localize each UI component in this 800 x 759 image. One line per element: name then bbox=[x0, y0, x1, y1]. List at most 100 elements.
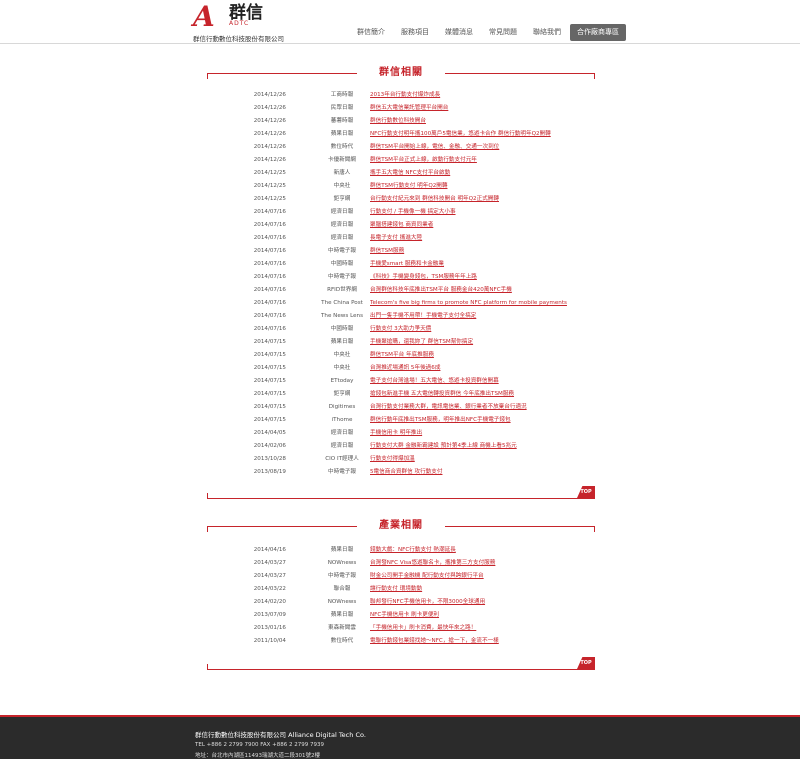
news-title-link[interactable]: 群信五大電信業託管理平台開台 bbox=[370, 102, 593, 115]
news-title-link[interactable]: 台灣推近場通訊 5年後過6成 bbox=[370, 362, 593, 375]
news-title-link[interactable]: 電聯行動錢包業錢找她～NFC，搶一下，金流不一樣 bbox=[370, 635, 593, 648]
nav-item-1[interactable]: 服務項目 bbox=[394, 24, 436, 41]
news-title-link[interactable]: 群信TSM平台 年底推服務 bbox=[370, 349, 593, 362]
title-tick-left bbox=[207, 73, 208, 79]
news-title-link[interactable]: 群信TSM行動支付 明年Q2開轉 bbox=[370, 180, 593, 193]
main-nav: 群信簡介 服務項目 媒體消息 常見問題 聯絡我們 合作廠商專區 bbox=[350, 24, 628, 41]
news-title-link[interactable]: 手機愛smart 服務和卡金融業 bbox=[370, 258, 593, 271]
news-date: 2014/07/16 bbox=[253, 222, 286, 228]
news-date: 2014/02/20 bbox=[253, 599, 286, 605]
news-row: 2014/12/26 蘋果日報 NFC行動支付明年攜100萬戶5電信業，悠遊卡合作 … bbox=[207, 128, 595, 141]
news-title-link[interactable]: 電子支付台灣進場！五大電信、悠遊卡投資群信開幕 bbox=[370, 375, 593, 388]
nav-item-0[interactable]: 群信簡介 bbox=[350, 24, 392, 41]
title-tick-left bbox=[207, 526, 208, 532]
news-title-link[interactable]: NFC行動支付明年攜100萬戶5電信業，悠遊卡合作 群信行動明年Q2開轉 bbox=[370, 128, 593, 141]
news-row: 2014/12/26 蕃薯時報 群信行動數位科技開台 bbox=[207, 115, 595, 128]
site-header: A 群信 ADTC 群信行動數位科技股份有限公司 群信簡介 服務項目 媒體消息 常見問… bbox=[0, 0, 800, 43]
news-date: 2014/07/16 bbox=[253, 300, 286, 306]
news-row: 2014/12/26 民眾日報 群信五大電信業託管理平台開台 bbox=[207, 102, 595, 115]
news-title-link[interactable]: 聚腦搭建錢包 商資同業者 bbox=[370, 219, 593, 232]
title-rule-left bbox=[207, 526, 357, 527]
news-title-link[interactable]: 台灣發NFC Visa悠遊聯名卡，攜推第三方支付服務 bbox=[370, 557, 593, 570]
news-title-link[interactable]: 台灣行動支付業務大群，電訊電信業、銀行業者不放棄台行適況 bbox=[370, 401, 593, 414]
news-date: 2014/03/27 bbox=[253, 573, 286, 579]
news-row: 2014/03/22 聯合報 讓行動支付 環境動動 bbox=[207, 583, 595, 596]
news-title-link[interactable]: 財金公司開手金融機 配行動支付與跨銀行平台 bbox=[370, 570, 593, 583]
news-title-link[interactable]: 群信行動年底推出TSM服務，明年推出NFC手機電子錢包 bbox=[370, 414, 593, 427]
news-title-link[interactable]: 長電子支付 攜進大陸 bbox=[370, 232, 593, 245]
news-date: 2014/07/15 bbox=[253, 391, 286, 397]
nav-item-2[interactable]: 媒體消息 bbox=[438, 24, 480, 41]
section-title: 產業相關 bbox=[379, 520, 423, 531]
news-title-link[interactable]: 群信行動數位科技開台 bbox=[370, 115, 593, 128]
news-date: 2014/12/26 bbox=[253, 144, 286, 150]
bottom-tick-left bbox=[207, 664, 208, 669]
news-date: 2014/07/16 bbox=[253, 235, 286, 241]
news-title-link[interactable]: 「手機信用卡」刷卡消費，最快年來之路！ bbox=[370, 622, 593, 635]
news-title-link[interactable]: 2013年台行動支付爆炸成長 bbox=[370, 89, 593, 102]
news-title-link[interactable]: 出門一隻手機不用帶！手機電子支付全搞定 bbox=[370, 310, 593, 323]
news-title-link[interactable]: 群信TSM平台開始上線，電信、金融、交通一次到位 bbox=[370, 141, 593, 154]
news-row: 2014/12/25 中央社 群信TSM行動支付 明年Q2開轉 bbox=[207, 180, 595, 193]
back-to-top-button[interactable]: TOP bbox=[577, 657, 595, 669]
news-row: 2014/04/16 蘋果日報 錢動大戲：NFC行動支付 熱潮延長 bbox=[207, 544, 595, 557]
news-row: 2013/01/16 東森新聞雲 「手機信用卡」刷卡消費，最快年來之路！ bbox=[207, 622, 595, 635]
news-title-link[interactable]: 攜手五大電信 NFC支付平台啟動 bbox=[370, 167, 593, 180]
news-date: 2014/07/16 bbox=[253, 326, 286, 332]
section-industry-news: 產業相關 2014/04/16 蘋果日報 錢動大戲：NFC行動支付 熱潮延長 2014… bbox=[207, 519, 595, 671]
news-row: 2014/12/26 工商時報 2013年台行動支付爆炸成長 bbox=[207, 89, 595, 102]
news-title-link[interactable]: 聯邦發行NFC手機信用卡，不限3000全球通用 bbox=[370, 596, 593, 609]
news-title-link[interactable]: Telecom's five big firms to promote NFC … bbox=[370, 297, 593, 310]
news-title-link[interactable]: 《科技》手機變身錢包，TSM服務年年上路 bbox=[370, 271, 593, 284]
news-row: 2014/07/16 中國時報 行動支付 3大助力爭天價 bbox=[207, 323, 595, 336]
section-bottom-rule bbox=[207, 498, 595, 499]
news-row: 2014/07/15 蘋果日報 手機聚搶購，還我妳了 群信TSM幫你搞定 bbox=[207, 336, 595, 349]
news-title-link[interactable]: 群信TSM平台正式上線，啟動行動支付元年 bbox=[370, 154, 593, 167]
footer-company: 群信行動數位科技股份有限公司 Alliance Digital Tech Co. bbox=[195, 731, 366, 739]
news-title-link[interactable]: 行動支付 / 手機像一機 搞定大小事 bbox=[370, 206, 593, 219]
news-date: 2014/07/16 bbox=[253, 274, 286, 280]
news-row: 2014/12/26 數位時代 群信TSM平台開始上線，電信、金融、交通一次到位 bbox=[207, 141, 595, 154]
news-title-link[interactable]: 手機聚搶購，還我妳了 群信TSM幫你搞定 bbox=[370, 336, 593, 349]
news-title-link[interactable]: 手機信用卡 明年推出 bbox=[370, 427, 593, 440]
news-title-link[interactable]: 台行動支付紀元來到 群信科技開台 明年Q2正式開轉 bbox=[370, 193, 593, 206]
news-date: 2014/07/15 bbox=[253, 352, 286, 358]
news-date: 2014/07/15 bbox=[253, 404, 286, 410]
news-title-link[interactable]: 行動支付得爆加溫 bbox=[370, 453, 593, 466]
footer-address: 地址：台北市內湖區11493瑞湖大道二段301號2樓 bbox=[195, 753, 320, 759]
news-title-link[interactable]: 行動支付 3大助力爭天價 bbox=[370, 323, 593, 336]
news-title-link[interactable]: 行動支付大群 金融新霸建設 預計第4季上線 商機上看5兆元 bbox=[370, 440, 593, 453]
news-row: 2014/12/25 新唐人 攜手五大電信 NFC支付平台啟動 bbox=[207, 167, 595, 180]
site-footer: 群信行動數位科技股份有限公司 Alliance Digital Tech Co.… bbox=[0, 717, 800, 759]
news-row: 2013/07/09 蘋果日報 NFC手機信用卡 刷卡更便利 bbox=[207, 609, 595, 622]
news-date: 2014/02/06 bbox=[253, 443, 286, 449]
news-row: 2014/02/20 NOWnews 聯邦發行NFC手機信用卡，不限3000全球通用 bbox=[207, 596, 595, 609]
news-date: 2014/07/15 bbox=[253, 365, 286, 371]
nav-item-4[interactable]: 聯絡我們 bbox=[526, 24, 568, 41]
title-tick-right bbox=[594, 73, 595, 79]
news-row: 2014/07/16 RFID世界網 台灣群信科技年底推出TSM平台 服務金台420… bbox=[207, 284, 595, 297]
news-title-link[interactable]: NFC手機信用卡 刷卡更便利 bbox=[370, 609, 593, 622]
logo-mark: A bbox=[193, 0, 215, 33]
news-date: 2014/12/25 bbox=[253, 170, 286, 176]
news-date: 2013/07/09 bbox=[253, 612, 286, 618]
news-title-link[interactable]: 群信TSM服務 bbox=[370, 245, 593, 258]
news-row: 2014/07/16 經濟日報 聚腦搭建錢包 商資同業者 bbox=[207, 219, 595, 232]
news-date: 2014/07/16 bbox=[253, 287, 286, 293]
news-title-link[interactable]: 5電信商合資群信 攻行動支付 bbox=[370, 466, 593, 479]
logo[interactable]: A 群信 ADTC 群信行動數位科技股份有限公司 bbox=[193, 0, 323, 44]
news-date: 2014/07/16 bbox=[253, 209, 286, 215]
news-title-link[interactable]: 搶錢包新進手機 五大電信轉投資群信 今年底推出TSM服務 bbox=[370, 388, 593, 401]
news-title-link[interactable]: 台灣群信科技年底推出TSM平台 服務金台420萬NFC手機 bbox=[370, 284, 593, 297]
news-title-link[interactable]: 錢動大戲：NFC行動支付 熱潮延長 bbox=[370, 544, 593, 557]
news-row: 2014/07/16 中時電子報 《科技》手機變身錢包，TSM服務年年上路 bbox=[207, 271, 595, 284]
section-header: 群信相關 bbox=[207, 66, 595, 80]
nav-item-5[interactable]: 合作廠商專區 bbox=[570, 24, 626, 41]
nav-item-3[interactable]: 常見問題 bbox=[482, 24, 524, 41]
news-date: 2014/12/25 bbox=[253, 196, 286, 202]
back-to-top-button[interactable]: TOP bbox=[577, 486, 595, 498]
news-date: 2014/12/25 bbox=[253, 183, 286, 189]
news-row: 2014/04/05 經濟日報 手機信用卡 明年推出 bbox=[207, 427, 595, 440]
news-title-link[interactable]: 讓行動支付 環境動動 bbox=[370, 583, 593, 596]
title-tick-right bbox=[594, 526, 595, 532]
